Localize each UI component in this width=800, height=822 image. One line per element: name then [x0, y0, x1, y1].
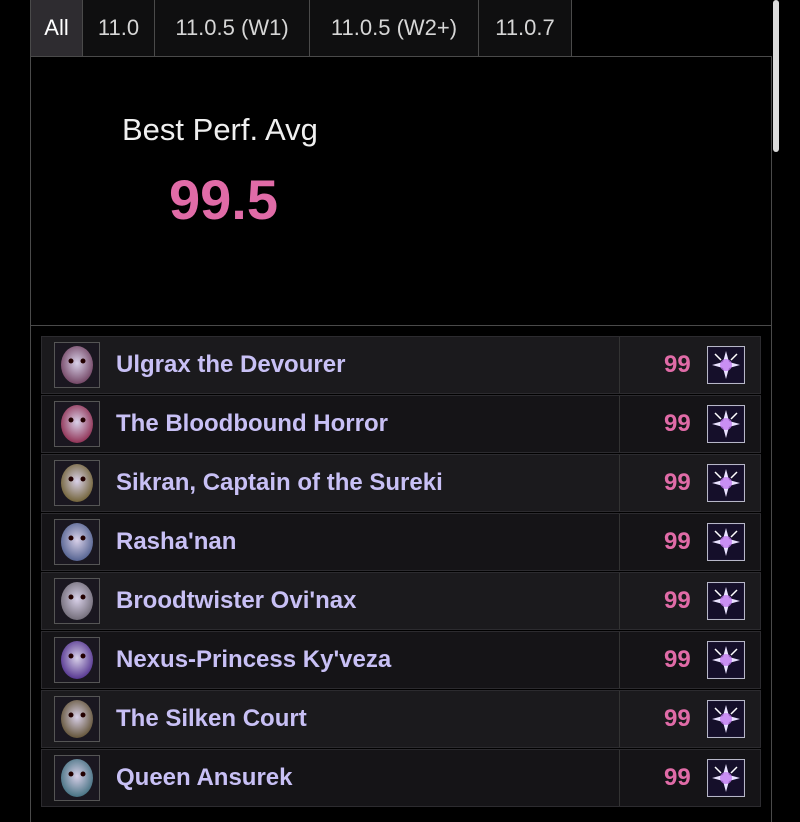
boss-row[interactable]: Nexus-Princess Ky'veza 99 — [41, 631, 761, 689]
sparkle-icon — [707, 641, 745, 679]
tab-all[interactable]: All — [30, 0, 83, 57]
boss-portrait-icon — [54, 696, 100, 742]
boss-portrait-icon — [54, 460, 100, 506]
sparkle-icon — [707, 759, 745, 797]
boss-portrait-icon — [54, 342, 100, 388]
boss-portrait-icon — [54, 637, 100, 683]
sparkle-icon — [707, 346, 745, 384]
tab-11-0-7[interactable]: 11.0.7 — [478, 0, 572, 57]
boss-score: 99 — [664, 705, 691, 732]
boss-score: 99 — [664, 351, 691, 378]
patch-tabs: All 11.0 11.0.5 (W1) 11.0.5 (W2+) 11.0.7 — [30, 0, 572, 57]
column-divider — [619, 396, 620, 452]
sparkle-icon — [707, 405, 745, 443]
boss-row[interactable]: Broodtwister Ovi'nax 99 — [41, 572, 761, 630]
boss-portrait-icon — [54, 578, 100, 624]
boss-score: 99 — [664, 646, 691, 673]
best-perf-value: 99.5 — [169, 168, 278, 231]
sparkle-icon — [707, 523, 745, 561]
boss-score: 99 — [664, 469, 691, 496]
column-divider — [619, 632, 620, 688]
sparkle-icon — [707, 464, 745, 502]
sparkle-icon — [707, 700, 745, 738]
column-divider — [619, 337, 620, 393]
column-divider — [619, 691, 620, 747]
boss-row[interactable]: The Bloodbound Horror 99 — [41, 395, 761, 453]
boss-portrait-icon — [54, 755, 100, 801]
tab-11-0-5-w1[interactable]: 11.0.5 (W1) — [154, 0, 310, 57]
boss-portrait-icon — [54, 401, 100, 447]
best-perf-label: Best Perf. Avg — [122, 112, 318, 147]
boss-score: 99 — [664, 764, 691, 791]
tab-11-0[interactable]: 11.0 — [82, 0, 155, 57]
boss-row[interactable]: Rasha'nan 99 — [41, 513, 761, 571]
boss-row[interactable]: The Silken Court 99 — [41, 690, 761, 748]
boss-score: 99 — [664, 410, 691, 437]
boss-row[interactable]: Ulgrax the Devourer 99 — [41, 336, 761, 394]
column-divider — [619, 750, 620, 806]
boss-portrait-icon — [54, 519, 100, 565]
column-divider — [619, 455, 620, 511]
scrollbar[interactable] — [773, 0, 779, 152]
sparkle-icon — [707, 582, 745, 620]
boss-list: Ulgrax the Devourer 99 The Bloodbound Horr… — [41, 336, 761, 808]
boss-score: 99 — [664, 528, 691, 555]
boss-row[interactable]: Queen Ansurek 99 — [41, 749, 761, 807]
boss-row[interactable]: Sikran, Captain of the Sureki 99 — [41, 454, 761, 512]
column-divider — [619, 573, 620, 629]
boss-score: 99 — [664, 587, 691, 614]
tab-11-0-5-w2[interactable]: 11.0.5 (W2+) — [309, 0, 479, 57]
column-divider — [619, 514, 620, 570]
summary-panel: Best Perf. Avg 99.5 — [30, 56, 772, 326]
